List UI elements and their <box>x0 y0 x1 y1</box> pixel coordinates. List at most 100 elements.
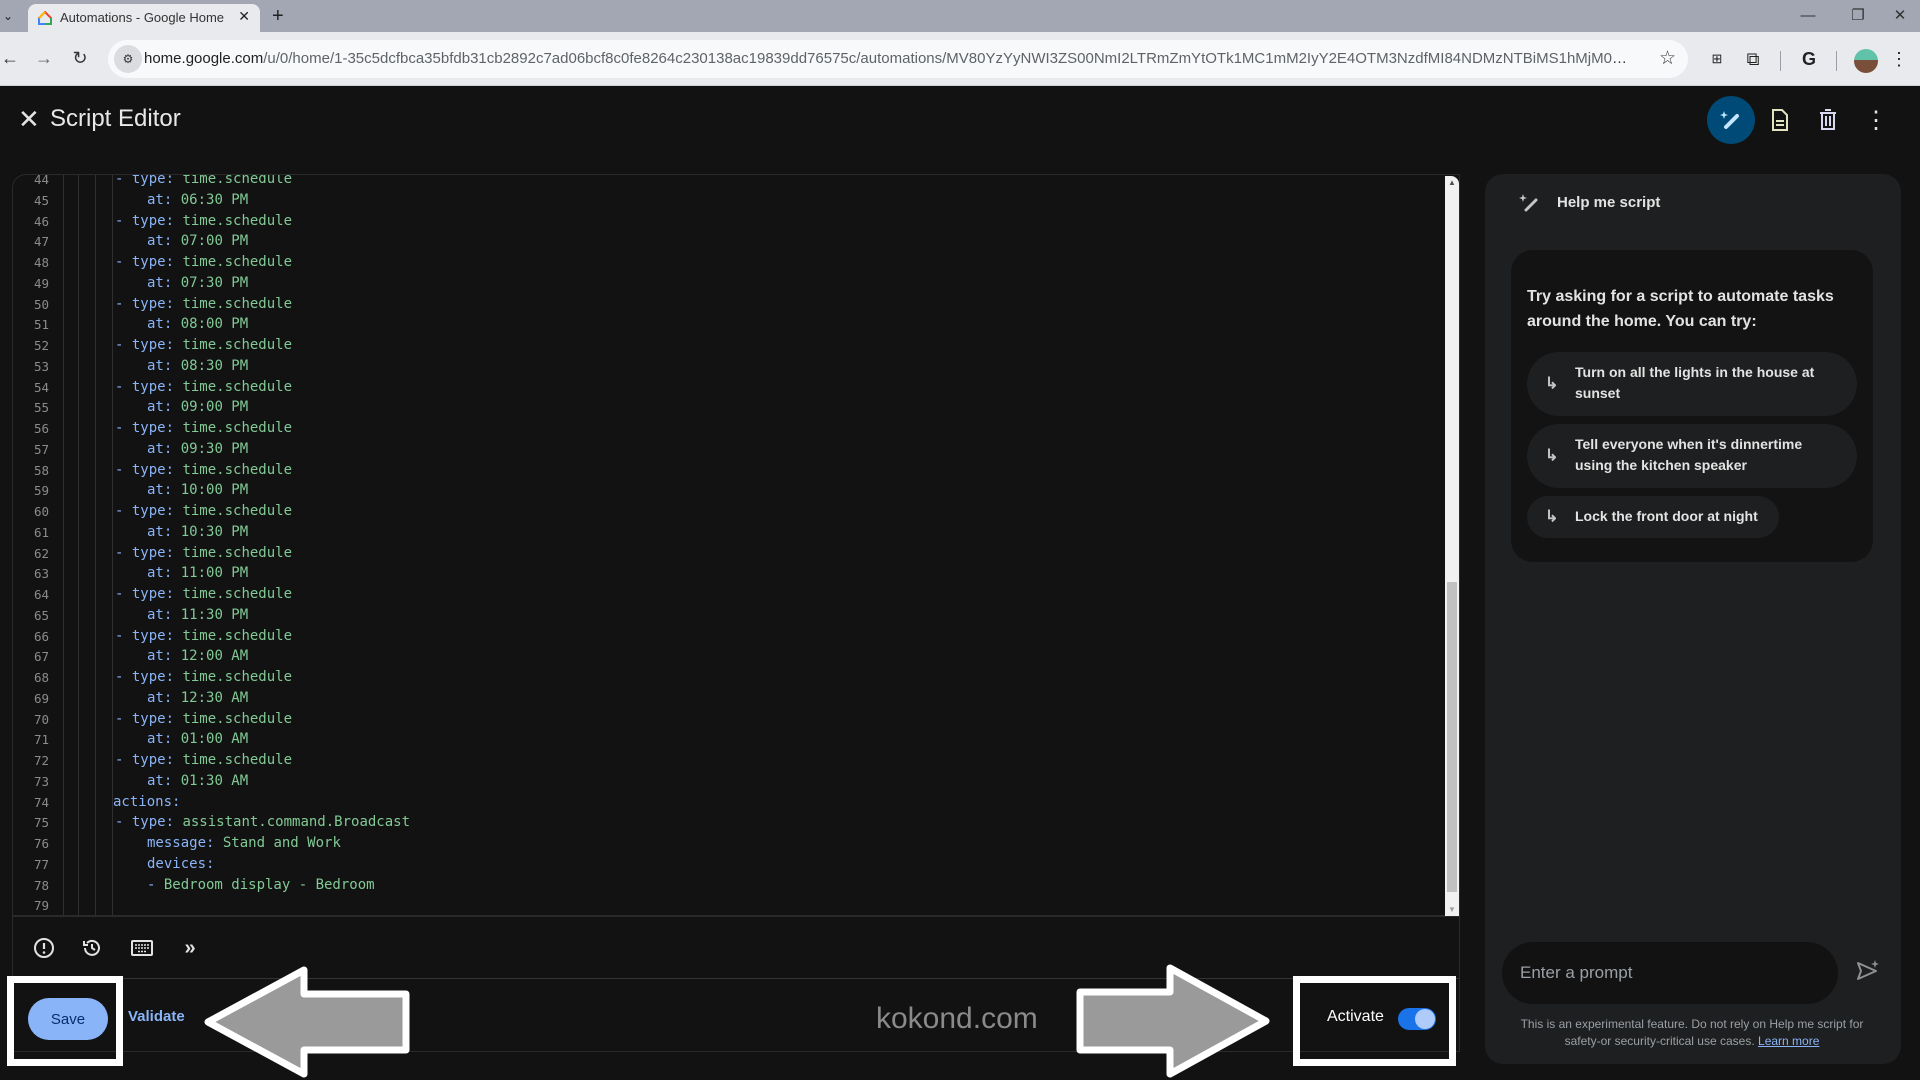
code-line[interactable]: 67 at: 12:00 AM <box>13 646 1459 667</box>
scroll-thumb[interactable] <box>1447 582 1457 892</box>
code-line[interactable]: 63 at: 11:00 PM <box>13 563 1459 584</box>
code-line[interactable]: 47 at: 07:00 PM <box>13 231 1459 252</box>
watermark: kokond.com <box>876 1002 1038 1035</box>
code-text: actions: <box>113 793 181 810</box>
tab-search-button[interactable]: ⌄ <box>0 2 16 30</box>
activate-toggle[interactable] <box>1398 1008 1436 1030</box>
code-line[interactable]: 74 actions: <box>13 792 1459 813</box>
line-number: 48 <box>33 255 49 270</box>
more-options-icon[interactable]: ⋮ <box>1852 96 1900 144</box>
code-line[interactable]: 44 - type: time.schedule <box>13 175 1459 190</box>
scroll-down-arrow[interactable]: ▼ <box>1445 905 1459 914</box>
code-line[interactable]: 53 at: 08:30 PM <box>13 356 1459 377</box>
learn-more-link[interactable]: Learn more <box>1758 1034 1819 1048</box>
line-number: 65 <box>33 607 49 623</box>
code-line[interactable]: 76 message: Stand and Work <box>13 833 1459 854</box>
line-number: 54 <box>33 379 49 395</box>
code-line[interactable]: 62 - type: time.schedule <box>13 543 1459 564</box>
delete-button[interactable] <box>1804 96 1852 144</box>
line-number: 68 <box>33 670 49 685</box>
close-tab-icon[interactable]: ✕ <box>238 8 250 25</box>
reload-button[interactable]: ↻ <box>68 46 92 70</box>
code-text: - Bedroom display - Bedroom <box>147 876 375 893</box>
code-line[interactable]: 70 - type: time.schedule <box>13 709 1459 730</box>
help-me-script-button[interactable] <box>1707 96 1755 144</box>
address-bar[interactable]: ⚙ home.google.com/u/0/home/1-35c5dcfbca3… <box>108 40 1688 78</box>
code-line[interactable]: 57 at: 09:30 PM <box>13 439 1459 460</box>
code-line[interactable]: 60 - type: time.schedule <box>13 501 1459 522</box>
profile-avatar[interactable] <box>1854 49 1878 73</box>
suggestion-chip[interactable]: ↳ Turn on all the lights in the house at… <box>1527 352 1857 416</box>
code-line[interactable]: 51 at: 08:00 PM <box>13 314 1459 335</box>
code-line[interactable]: 45 at: 06:30 PM <box>13 190 1459 211</box>
code-editor[interactable]: 44 - type: time.schedule 45 at: 06:30 PM 46 -… <box>12 174 1460 916</box>
prompt-input[interactable] <box>1502 942 1838 1004</box>
expand-icon[interactable]: » <box>177 935 203 961</box>
code-line[interactable]: 50 - type: time.schedule <box>13 294 1459 315</box>
keyboard-shortcuts-button[interactable] <box>129 935 155 961</box>
code-text: - type: time.schedule <box>115 752 293 768</box>
suggestion-text: Turn on all the lights in the house at s… <box>1575 364 1815 401</box>
reply-arrow-icon: ↳ <box>1545 375 1559 393</box>
disclaimer: This is an experimental feature. Do not … <box>1511 1016 1873 1050</box>
back-button[interactable]: ← <box>0 46 22 70</box>
extensions-icon[interactable]: ⧉ <box>1740 46 1766 72</box>
code-line[interactable]: 69 at: 12:30 AM <box>13 688 1459 709</box>
suggestion-chip[interactable]: ↳ Tell everyone when it's dinnertime usi… <box>1527 424 1857 488</box>
code-line[interactable]: 52 - type: time.schedule <box>13 335 1459 356</box>
reply-arrow-icon: ↳ <box>1545 508 1559 526</box>
send-sparkle-icon[interactable] <box>1855 958 1881 984</box>
reading-list-icon[interactable]: ⊞ <box>1704 46 1730 72</box>
google-extension-icon[interactable]: G <box>1796 46 1822 72</box>
line-number: 69 <box>33 690 49 706</box>
browser-menu-icon[interactable]: ⋮ <box>1886 46 1912 72</box>
code-line[interactable]: 65 at: 11:30 PM <box>13 605 1459 626</box>
site-info-icon[interactable]: ⚙ <box>114 45 142 73</box>
code-line[interactable]: 79 <box>13 895 1459 915</box>
line-number: 45 <box>33 192 49 208</box>
browser-tab[interactable]: Automations - Google Home ✕ <box>28 4 260 32</box>
code-line[interactable]: 78 - Bedroom display - Bedroom <box>13 875 1459 896</box>
document-button[interactable] <box>1756 96 1804 144</box>
code-line[interactable]: 49 at: 07:30 PM <box>13 273 1459 294</box>
code-line[interactable]: 46 - type: time.schedule <box>13 211 1459 232</box>
line-number: 56 <box>33 421 49 436</box>
code-line[interactable]: 72 - type: time.schedule <box>13 750 1459 771</box>
code-line[interactable]: 71 at: 01:00 AM <box>13 729 1459 750</box>
code-line[interactable]: 54 - type: time.schedule <box>13 377 1459 398</box>
line-number: 78 <box>33 877 49 893</box>
code-line[interactable]: 77 devices: <box>13 854 1459 875</box>
close-editor-icon[interactable]: ✕ <box>18 104 40 134</box>
code-line[interactable]: 66 - type: time.schedule <box>13 626 1459 647</box>
code-text: at: 08:30 PM <box>147 357 249 374</box>
history-button[interactable] <box>79 935 105 961</box>
validate-button[interactable]: Validate <box>128 1008 185 1025</box>
code-text: at: 07:30 PM <box>147 274 249 291</box>
problems-button[interactable] <box>31 935 57 961</box>
restore-icon[interactable]: ❐ <box>1836 0 1880 32</box>
line-number: 70 <box>33 711 49 727</box>
code-line[interactable]: 64 - type: time.schedule <box>13 584 1459 605</box>
code-line[interactable]: 56 - type: time.schedule <box>13 418 1459 439</box>
code-line[interactable]: 61 at: 10:30 PM <box>13 522 1459 543</box>
url-text[interactable]: home.google.com/u/0/home/1-35c5dcfbca35b… <box>144 50 1634 67</box>
new-tab-button[interactable]: + <box>272 2 284 30</box>
bookmark-star-icon[interactable]: ☆ <box>1659 47 1676 70</box>
right-arrow-annotation <box>1076 964 1270 1078</box>
code-line[interactable]: 73 at: 01:30 AM <box>13 771 1459 792</box>
window-close-icon[interactable]: ✕ <box>1878 0 1920 32</box>
code-line[interactable]: 55 at: 09:00 PM <box>13 397 1459 418</box>
line-number: 63 <box>33 566 49 582</box>
suggestion-chip[interactable]: ↳ Lock the front door at night <box>1527 496 1779 538</box>
code-line[interactable]: 59 at: 10:00 PM <box>13 480 1459 501</box>
scroll-up-arrow[interactable]: ▲ <box>1445 178 1459 187</box>
code-line[interactable]: 68 - type: time.schedule <box>13 667 1459 688</box>
code-line[interactable]: 48 - type: time.schedule <box>13 252 1459 273</box>
minimize-icon[interactable]: — <box>1786 0 1830 32</box>
forward-button[interactable]: → <box>32 46 56 70</box>
code-text: at: 12:30 AM <box>147 689 249 706</box>
code-line[interactable]: 58 - type: time.schedule <box>13 460 1459 481</box>
line-number: 76 <box>33 836 49 851</box>
code-line[interactable]: 75 - type: assistant.command.Broadcast <box>13 812 1459 833</box>
editor-scrollbar[interactable]: ▲ ▼ <box>1445 176 1459 916</box>
